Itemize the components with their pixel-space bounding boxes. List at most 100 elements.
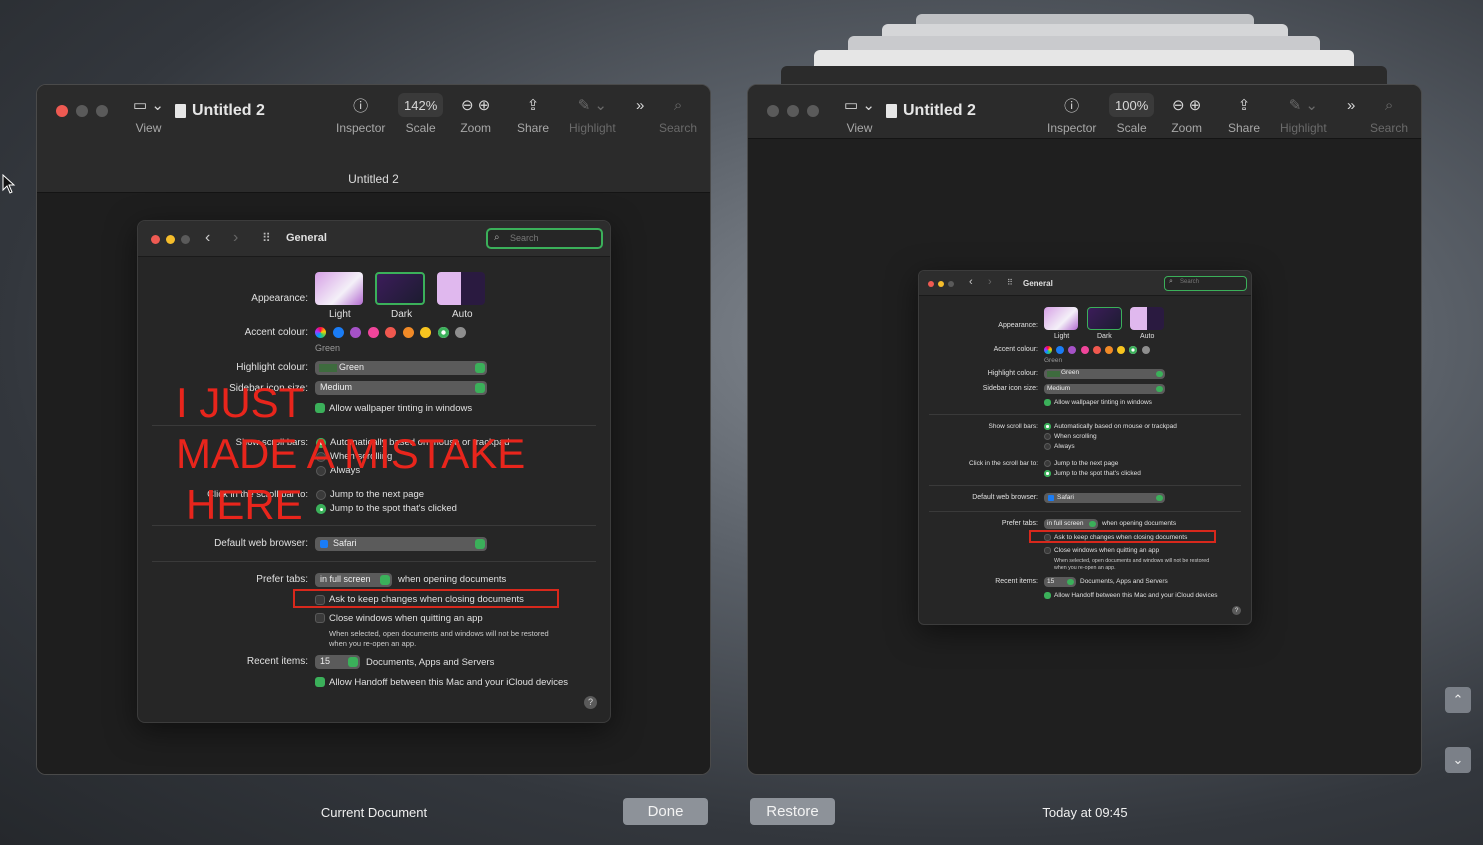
zoom-icons: ⊖ ⊕	[1172, 97, 1202, 114]
forward-icon: ›	[988, 276, 992, 288]
annotation-line-2: MADE A MISTAKE	[176, 430, 526, 477]
appearance-light	[315, 272, 363, 305]
search-icon: ⌕	[494, 232, 500, 243]
highlighter-icon: ✎ ⌄	[577, 97, 607, 114]
zoom-control[interactable]: ⊖ ⊕ Zoom	[455, 93, 496, 135]
close-button	[151, 235, 160, 244]
mistake-highlight-box-previous	[1029, 530, 1216, 543]
annotation-line-3: HERE	[186, 481, 303, 528]
accent-swatch	[420, 327, 431, 338]
recent-items-select: 15	[315, 655, 360, 669]
accent-swatch	[402, 327, 414, 338]
zoom-icons: ⊖ ⊕	[461, 97, 491, 114]
accent-swatch	[1129, 346, 1138, 354]
forward-icon: ›	[233, 229, 239, 246]
prefs-search-field: ⌕ Search	[486, 228, 603, 249]
accent-swatch	[1080, 346, 1089, 354]
accent-swatch	[350, 327, 361, 338]
accent-swatch	[1092, 346, 1101, 354]
search-icon: ⌕	[673, 96, 683, 114]
sidebar-icon: ▭ ⌄	[133, 97, 164, 114]
appearance-auto	[437, 272, 485, 305]
grid-icon: ⠿	[1007, 278, 1013, 287]
prefer-tabs-select: in full screen	[315, 573, 392, 587]
help-button: ?	[584, 696, 597, 709]
version-timestamp: Today at 09:45	[1042, 805, 1128, 820]
accent-swatch	[385, 327, 396, 338]
document-subtitle: Untitled 2	[348, 172, 399, 186]
inspector-button[interactable]: ⓘ Inspector	[1047, 93, 1096, 136]
restore-button[interactable]: Restore	[750, 798, 835, 825]
share-icon: ⇪	[526, 97, 540, 114]
share-button[interactable]: ⇪ Share	[517, 93, 549, 135]
document-icon	[175, 104, 186, 118]
more-button[interactable]: »	[1341, 93, 1361, 117]
current-document-label: Current Document	[320, 805, 428, 820]
back-icon: ‹	[969, 276, 973, 288]
preferences-screenshot-previous: ‹ › ⠿ General ⌕ Search Appearance: Light…	[918, 270, 1252, 625]
right-toolbar: ▭ ⌄ View Untitled 2 ⓘ Inspector 100% Scale …	[748, 85, 1421, 139]
accent-swatch	[1117, 346, 1126, 354]
accent-swatch	[1044, 346, 1052, 354]
search-button[interactable]: ⌕ Search	[659, 93, 697, 136]
highlighter-icon: ✎ ⌄	[1288, 97, 1318, 114]
zoom-button	[807, 105, 819, 117]
more-button[interactable]: »	[630, 93, 650, 117]
close-windows-checkbox	[315, 613, 325, 623]
prefs-window-controls	[151, 235, 190, 244]
window-controls	[56, 105, 108, 117]
accent-swatch	[1068, 346, 1077, 354]
view-button[interactable]: ▭ ⌄ View	[838, 93, 881, 135]
accent-swatch	[437, 327, 449, 338]
scale-control[interactable]: 142% Scale	[398, 93, 444, 135]
accent-swatch	[315, 327, 326, 338]
mouse-pointer-icon	[2, 174, 16, 194]
accent-swatch	[1141, 346, 1150, 354]
default-browser-select: Safari	[315, 537, 487, 551]
highlight-button[interactable]: ✎ ⌄ Highlight	[569, 93, 616, 135]
prefs-titlebar: ‹ › ⠿ General ⌕ Search	[138, 221, 610, 257]
window-title: Untitled 2	[175, 102, 265, 120]
grid-icon: ⠿	[262, 231, 271, 245]
back-icon: ‹	[205, 229, 211, 246]
accent-swatch	[1056, 346, 1065, 354]
minimize-button[interactable]	[76, 105, 88, 117]
accent-swatch	[1105, 346, 1113, 354]
prefs-title: General	[286, 232, 327, 244]
chevron-double-right-icon: »	[1347, 96, 1356, 114]
wallpaper-tinting-checkbox	[315, 403, 325, 413]
scale-control[interactable]: 100% Scale	[1109, 93, 1155, 135]
minimize-button	[166, 235, 175, 244]
accent-swatch	[367, 327, 379, 338]
highlight-button[interactable]: ✎ ⌄ Highlight	[1280, 93, 1327, 135]
window-controls	[767, 105, 819, 117]
close-button	[767, 105, 779, 117]
zoom-button	[181, 235, 190, 244]
highlight-colour-select: Green	[315, 361, 487, 375]
inspector-button[interactable]: ⓘ Inspector	[336, 93, 385, 136]
zoom-button[interactable]	[96, 105, 108, 117]
search-icon: ⌕	[1169, 278, 1173, 285]
appearance-dark	[375, 272, 425, 305]
sidebar-icon: ▭ ⌄	[844, 97, 875, 114]
annotation-line-1: I JUST	[176, 379, 305, 426]
chevron-double-right-icon: »	[636, 96, 645, 114]
mistake-highlight-box	[293, 589, 559, 608]
sidebar-size-select: Medium	[315, 381, 487, 395]
divider	[152, 561, 596, 562]
document-icon	[886, 104, 897, 118]
view-button[interactable]: ▭ ⌄ View	[127, 93, 170, 135]
close-button[interactable]	[56, 105, 68, 117]
done-button[interactable]: Done	[623, 798, 708, 825]
window-title: Untitled 2	[886, 102, 976, 120]
prefs-search-field: ⌕ Search	[1164, 276, 1247, 291]
share-button[interactable]: ⇪ Share	[1228, 93, 1260, 135]
zoom-control[interactable]: ⊖ ⊕ Zoom	[1166, 93, 1207, 135]
share-icon: ⇪	[1237, 97, 1251, 114]
info-icon: ⓘ	[353, 97, 369, 115]
search-button[interactable]: ⌕ Search	[1370, 93, 1408, 136]
scroll-down-button[interactable]: ⌄	[1445, 747, 1471, 773]
handoff-checkbox	[315, 677, 325, 687]
scroll-up-button[interactable]: ⌃	[1445, 687, 1471, 713]
minimize-button	[787, 105, 799, 117]
